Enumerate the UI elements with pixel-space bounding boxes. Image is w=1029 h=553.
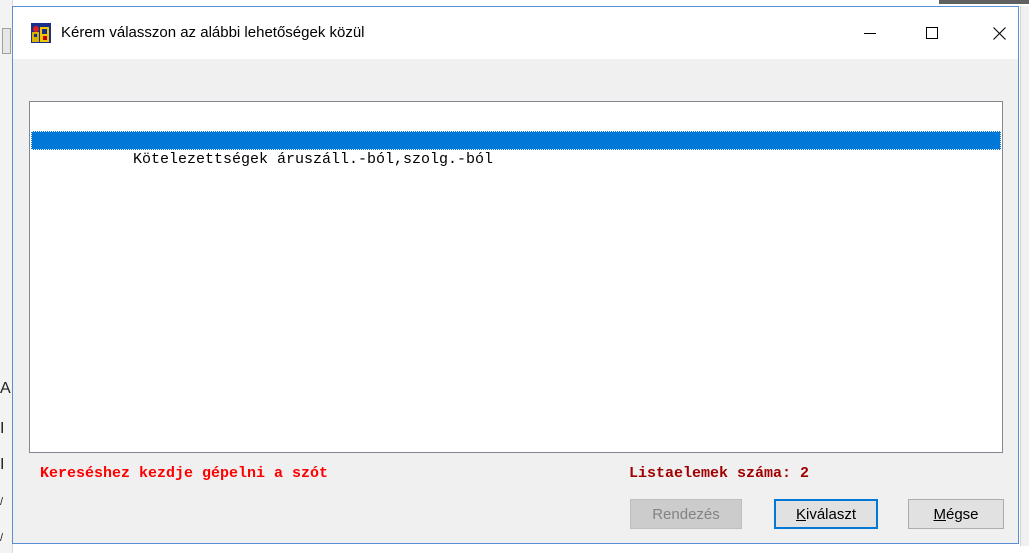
title-bar[interactable]: Kérem válasszon az alábbi lehetőségek kö… [13, 7, 1018, 59]
maximize-button[interactable] [909, 7, 955, 59]
app-icon [31, 23, 51, 43]
background-glyph: I [0, 420, 5, 437]
item-code: 4542 [34, 151, 71, 168]
close-icon [992, 26, 1006, 40]
item-name: Unión belüli szállítók [133, 170, 332, 187]
sort-button[interactable]: Rendezés [630, 499, 742, 529]
window-title: Kérem válasszon az alábbi lehetőségek kö… [61, 24, 365, 41]
minimize-icon [864, 33, 876, 34]
minimize-button[interactable] [847, 7, 893, 59]
item-name: Kötelezettségek áruszáll.-ból,szolg.-ból [133, 151, 494, 168]
background-glyph: I [0, 456, 5, 473]
background-edge [939, 0, 1029, 4]
options-list[interactable]: 4541 Kötelezettségek áruszáll.-ból,szolg… [29, 101, 1003, 453]
background-right-panel [1020, 6, 1029, 546]
background-widget [2, 28, 11, 54]
background-glyph: / [0, 532, 4, 544]
background-glyph: A [0, 380, 11, 397]
cancel-button[interactable]: Mégse [908, 499, 1004, 529]
background-glyph: / [0, 496, 4, 508]
selection-dialog: Kérem válasszon az alábbi lehetőségek kö… [12, 6, 1019, 544]
select-button-label: Kiválaszt [795, 505, 857, 523]
close-button[interactable] [976, 7, 1022, 59]
search-hint: Kereséshez kezdje gépelni a szót [40, 465, 329, 482]
list-item-selected[interactable]: 4542 Unión belüli szállítók [31, 131, 1001, 187]
sort-button-label: Rendezés [652, 505, 720, 523]
cancel-button-label: Mégse [933, 505, 979, 523]
list-item[interactable]: 4541 Kötelezettségek áruszáll.-ból,szolg… [31, 112, 1001, 168]
select-button[interactable]: Kiválaszt [774, 499, 878, 529]
item-count: Listaelemek száma: 2 [629, 465, 810, 482]
maximize-icon [926, 27, 938, 39]
